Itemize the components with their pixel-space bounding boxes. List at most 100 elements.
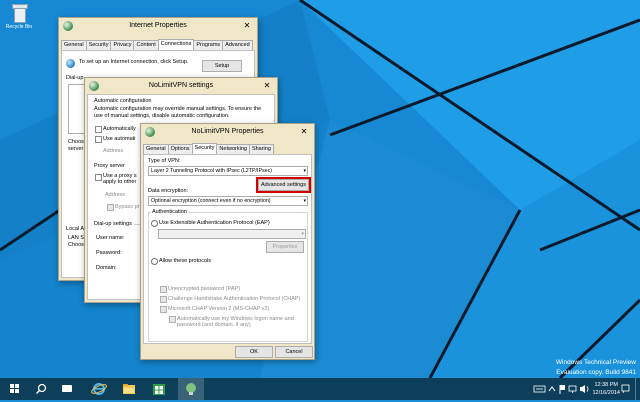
- search-button[interactable]: [28, 378, 54, 400]
- cancel-button[interactable]: Cancel: [275, 346, 313, 358]
- close-icon[interactable]: ✕: [241, 20, 253, 31]
- use-auto-script-checkbox[interactable]: [95, 136, 102, 143]
- bypass-proxy-checkbox[interactable]: [107, 204, 114, 211]
- chevron-down-icon: ▾: [301, 231, 304, 237]
- type-of-vpn-value: Layer 2 Tunneling Protocol with IPsec (L…: [151, 168, 273, 174]
- auto-logon-checkbox[interactable]: [169, 316, 176, 323]
- vpn-properties-tabs: General Options Security Networking Shar…: [143, 143, 274, 154]
- choose-text-1: Choos: [68, 139, 84, 145]
- search-icon: [35, 383, 47, 395]
- internet-explorer-taskbar-button[interactable]: [86, 378, 112, 400]
- pap-checkbox[interactable]: [160, 286, 167, 293]
- vpn-settings-titlebar[interactable]: NoLimitVPN settings ✕: [85, 78, 277, 94]
- tab-general[interactable]: General: [143, 144, 169, 154]
- eap-method-select[interactable]: ▾: [158, 229, 306, 239]
- chap-checkbox[interactable]: [160, 296, 167, 303]
- username-label: User name:: [96, 235, 125, 241]
- lan-text-1: LAN S: [68, 235, 84, 241]
- auto-config-description: Automatic configuration may override man…: [94, 106, 262, 119]
- recycle-bin-label: Recycle Bin: [5, 24, 33, 30]
- task-view-icon: [62, 385, 72, 392]
- clock-time: 12:38 PM: [594, 382, 618, 388]
- notification-icon[interactable]: [620, 378, 632, 400]
- tab-options[interactable]: Options: [167, 144, 193, 154]
- tab-security[interactable]: Security: [85, 40, 112, 50]
- allow-protocols-radio[interactable]: [151, 258, 158, 265]
- eap-properties-button[interactable]: Properties: [266, 241, 304, 253]
- vpn-properties-title: NoLimitVPN Properties: [191, 128, 264, 135]
- show-desktop-button[interactable]: [635, 378, 640, 400]
- data-encryption-select[interactable]: Optional encryption (connect even if no …: [148, 196, 308, 206]
- flag-icon[interactable]: [559, 385, 565, 394]
- setup-button[interactable]: Setup: [202, 60, 242, 72]
- security-tab-panel: Type of VPN: Layer 2 Tunneling Protocol …: [143, 154, 312, 344]
- chap-label: Challenge Handshake Authentication Proto…: [168, 296, 301, 302]
- auto-detect-label: Automatically: [103, 126, 136, 132]
- chevron-up-icon[interactable]: [548, 386, 556, 392]
- start-button[interactable]: [2, 378, 28, 400]
- recycle-bin-icon: [11, 4, 28, 23]
- close-icon[interactable]: ✕: [261, 80, 273, 91]
- auto-config-header: Automatic configuration: [94, 98, 152, 104]
- chevron-down-icon: ▾: [303, 168, 306, 174]
- dialup-section-label: Dial-up: [66, 75, 84, 81]
- clock-date: 12/16/2014: [592, 390, 620, 396]
- taskbar: 12:38 PM 12/16/2014: [0, 378, 640, 400]
- setup-description: To set up an Internet connection, click …: [79, 59, 189, 65]
- store-icon: [153, 384, 165, 395]
- tab-connections[interactable]: Connections: [157, 39, 195, 50]
- file-explorer-taskbar-button[interactable]: [116, 378, 142, 400]
- ok-button[interactable]: OK: [235, 346, 273, 358]
- bypass-proxy-label: Bypass pr: [115, 204, 140, 210]
- internet-properties-titlebar[interactable]: Internet Properties ✕: [59, 18, 257, 34]
- globe-icon: [66, 59, 75, 68]
- vpn-properties-window: NoLimitVPN Properties ✕ General Options …: [140, 123, 315, 360]
- auto-address-label: Address: [103, 148, 124, 154]
- close-icon[interactable]: ✕: [298, 126, 310, 137]
- password-label: Password:: [96, 250, 122, 256]
- tab-advanced[interactable]: Advanced: [222, 40, 253, 50]
- proxy-server-header: Proxy server: [94, 163, 125, 169]
- vpn-settings-title: NoLimitVPN settings: [148, 82, 214, 89]
- internet-explorer-icon: [91, 383, 107, 395]
- allow-protocols-label: Allow these protocols: [159, 258, 211, 264]
- keyboard-icon[interactable]: [533, 385, 546, 393]
- vpn-properties-icon: [145, 127, 155, 137]
- use-auto-script-label: Use automati: [103, 136, 136, 142]
- recycle-bin-desktop-icon[interactable]: Recycle Bin: [2, 4, 36, 30]
- type-of-vpn-select[interactable]: Layer 2 Tunneling Protocol with IPsec (L…: [148, 166, 308, 176]
- domain-label: Domain:: [96, 265, 117, 271]
- pap-label: Unencrypted password (PAP): [168, 286, 241, 292]
- network-connections-icon: [186, 383, 196, 395]
- evaluation-watermark: Windows Technical Preview Evaluation cop…: [556, 358, 636, 378]
- mschap-label: Microsoft CHAP Version 2 (MS-CHAP v2): [168, 306, 270, 312]
- store-taskbar-button[interactable]: [146, 378, 172, 400]
- network-connections-taskbar-button[interactable]: [178, 378, 204, 400]
- tab-programs[interactable]: Programs: [193, 40, 224, 50]
- proxy-address-label: Address: [105, 192, 126, 198]
- use-proxy-checkbox[interactable]: [95, 174, 102, 181]
- tab-privacy[interactable]: Privacy: [110, 40, 135, 50]
- mschap-checkbox[interactable]: [160, 306, 167, 313]
- advanced-settings-button[interactable]: Advanced settings: [256, 177, 311, 193]
- tab-general[interactable]: General: [61, 40, 87, 50]
- eap-radio[interactable]: [151, 220, 158, 227]
- internet-properties-title: Internet Properties: [129, 22, 187, 29]
- tab-networking[interactable]: Networking: [216, 144, 250, 154]
- auto-detect-checkbox[interactable]: [95, 126, 102, 133]
- tab-sharing[interactable]: Sharing: [248, 144, 274, 154]
- use-proxy-label-2: apply to other: [103, 179, 137, 185]
- data-encryption-label: Data encryption:: [148, 188, 189, 194]
- internet-properties-icon: [63, 21, 73, 31]
- local-area-section-label: Local A: [66, 226, 85, 232]
- tab-security[interactable]: Security: [191, 143, 218, 154]
- vpn-properties-titlebar[interactable]: NoLimitVPN Properties ✕: [141, 124, 314, 140]
- lan-text-2: Choos: [68, 242, 84, 248]
- tab-content[interactable]: Content: [133, 40, 159, 50]
- taskbar-clock[interactable]: 12:38 PM 12/16/2014: [592, 381, 620, 397]
- task-view-button[interactable]: [54, 378, 80, 400]
- network-icon[interactable]: [568, 385, 577, 393]
- data-encryption-value: Optional encryption (connect even if no …: [151, 198, 271, 204]
- volume-icon[interactable]: [580, 385, 589, 393]
- authentication-header: Authentication: [151, 209, 188, 215]
